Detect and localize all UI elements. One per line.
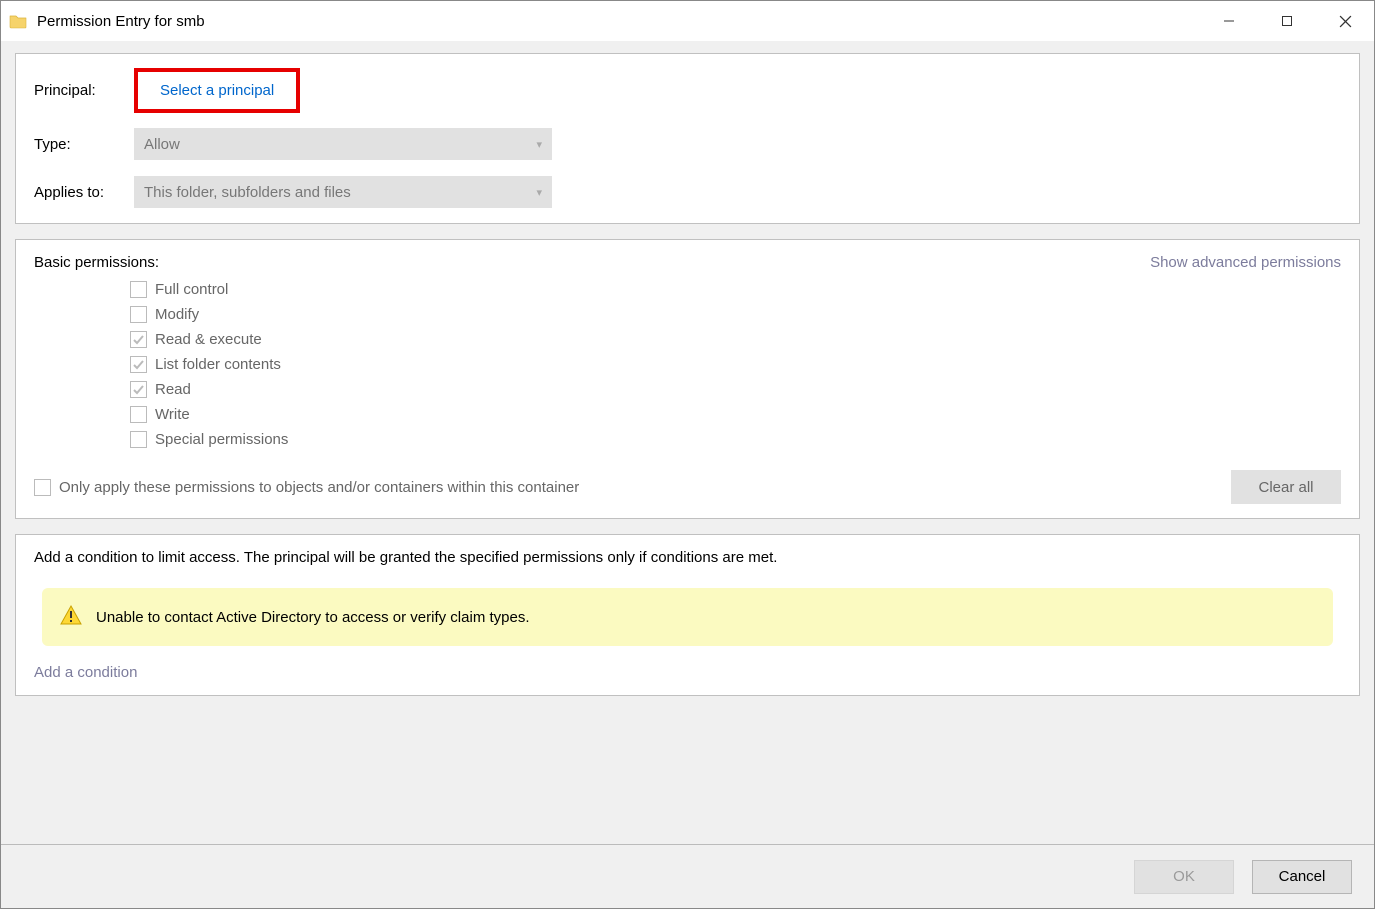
checkbox-icon bbox=[130, 431, 147, 448]
applies-to-combobox[interactable]: This folder, subfolders and files ▾ bbox=[134, 176, 552, 208]
checkbox-icon bbox=[34, 479, 51, 496]
checkbox-icon bbox=[130, 281, 147, 298]
maximize-button[interactable] bbox=[1258, 1, 1316, 41]
checkbox-icon bbox=[130, 356, 147, 373]
principal-label: Principal: bbox=[34, 82, 134, 99]
cancel-button[interactable]: Cancel bbox=[1252, 860, 1352, 894]
type-label: Type: bbox=[34, 136, 134, 153]
select-principal-highlight: Select a principal bbox=[134, 68, 300, 113]
folder-icon bbox=[9, 12, 27, 30]
select-principal-link[interactable]: Select a principal bbox=[160, 82, 274, 99]
perm-special[interactable]: Special permissions bbox=[130, 431, 1341, 448]
client-area: Principal: Select a principal Type: Allo… bbox=[1, 41, 1374, 844]
minimize-button[interactable] bbox=[1200, 1, 1258, 41]
condition-panel: Add a condition to limit access. The pri… bbox=[15, 534, 1360, 696]
perm-modify[interactable]: Modify bbox=[130, 306, 1341, 323]
show-advanced-permissions-link[interactable]: Show advanced permissions bbox=[1150, 254, 1341, 271]
basic-permissions-heading: Basic permissions: bbox=[34, 254, 159, 271]
perm-label: Read & execute bbox=[155, 331, 262, 348]
permissions-list: Full control Modify Read & execute List … bbox=[130, 281, 1341, 448]
ok-button[interactable]: OK bbox=[1134, 860, 1234, 894]
perm-list-folder[interactable]: List folder contents bbox=[130, 356, 1341, 373]
perm-label: Special permissions bbox=[155, 431, 288, 448]
warning-text: Unable to contact Active Directory to ac… bbox=[96, 609, 530, 626]
perm-label: Modify bbox=[155, 306, 199, 323]
applies-to-label: Applies to: bbox=[34, 184, 134, 201]
applies-to-value: This folder, subfolders and files bbox=[144, 184, 351, 201]
perm-label: Read bbox=[155, 381, 191, 398]
window-title: Permission Entry for smb bbox=[37, 13, 1200, 30]
clear-all-button[interactable]: Clear all bbox=[1231, 470, 1341, 504]
perm-read[interactable]: Read bbox=[130, 381, 1341, 398]
type-value: Allow bbox=[144, 136, 180, 153]
checkbox-icon bbox=[130, 331, 147, 348]
dialog-button-bar: OK Cancel bbox=[1, 844, 1374, 908]
perm-label: Write bbox=[155, 406, 190, 423]
condition-description: Add a condition to limit access. The pri… bbox=[34, 549, 1341, 566]
warning-icon bbox=[60, 604, 82, 630]
perm-read-execute[interactable]: Read & execute bbox=[130, 331, 1341, 348]
chevron-down-icon: ▾ bbox=[536, 138, 542, 151]
principal-panel: Principal: Select a principal Type: Allo… bbox=[15, 53, 1360, 224]
add-condition-link[interactable]: Add a condition bbox=[34, 664, 137, 681]
perm-full-control[interactable]: Full control bbox=[130, 281, 1341, 298]
perm-write[interactable]: Write bbox=[130, 406, 1341, 423]
checkbox-icon bbox=[130, 306, 147, 323]
only-apply-checkbox[interactable]: Only apply these permissions to objects … bbox=[34, 479, 579, 496]
titlebar: Permission Entry for smb bbox=[1, 1, 1374, 41]
only-apply-label: Only apply these permissions to objects … bbox=[59, 479, 579, 496]
perm-label: List folder contents bbox=[155, 356, 281, 373]
chevron-down-icon: ▾ bbox=[536, 186, 542, 199]
perm-label: Full control bbox=[155, 281, 228, 298]
type-combobox[interactable]: Allow ▾ bbox=[134, 128, 552, 160]
warning-bar: Unable to contact Active Directory to ac… bbox=[42, 588, 1333, 646]
window-controls bbox=[1200, 1, 1374, 41]
permissions-panel: Basic permissions: Show advanced permiss… bbox=[15, 239, 1360, 519]
close-button[interactable] bbox=[1316, 1, 1374, 41]
checkbox-icon bbox=[130, 406, 147, 423]
checkbox-icon bbox=[130, 381, 147, 398]
